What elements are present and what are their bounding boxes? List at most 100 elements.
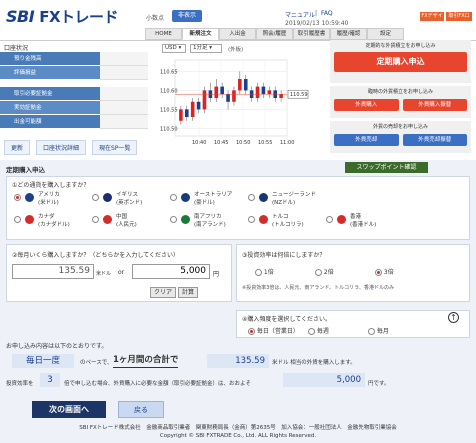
candle-body (238, 79, 242, 91)
currency-radio[interactable] (92, 194, 99, 201)
swap-point-button[interactable]: スワップポイント確認 (345, 162, 428, 173)
usd-amount-input[interactable]: 135.59 (12, 264, 94, 279)
q1-label: ①どの通貨を購入しますか？ (12, 182, 90, 189)
candle-body (196, 101, 201, 110)
usd-unit: 米ドル (96, 271, 112, 277)
account-detail-button[interactable]: 口座状況詳細 (36, 140, 87, 155)
calc-button[interactable]: 計算 (178, 287, 198, 298)
frequency-label: 毎月 (376, 328, 389, 335)
candle-body (279, 94, 283, 98)
or-label: or (118, 269, 125, 276)
sp-list-button[interactable]: 現在SP一覧 (92, 140, 138, 155)
currency-radio[interactable] (248, 216, 255, 223)
back-button[interactable]: 戻る (118, 401, 164, 418)
chart-mode-label: (外板) (228, 47, 244, 53)
manual-link[interactable]: マニュアル (285, 10, 315, 19)
currency-sub: (カナダドル) (38, 222, 70, 228)
candle-body (267, 90, 272, 95)
currency-option[interactable]: 香港 (香港ドル) (326, 214, 400, 232)
sidebar-row-deposit: 預り金残高 (0, 52, 148, 66)
tab-settings[interactable]: 設定 (367, 28, 404, 40)
candle-body (202, 90, 207, 110)
currency-name: 南アフリカ (194, 214, 222, 220)
jpy-unit: 円 (213, 271, 220, 278)
refresh-button[interactable]: 更新 (4, 140, 31, 155)
faq-link[interactable]: FAQ (321, 10, 333, 17)
separator: | (315, 10, 318, 17)
period-display: 1ヶ月間の合計で (113, 354, 179, 368)
tab-statement[interactable]: 取引履歴書 (293, 28, 330, 40)
tab-new-order[interactable]: 新規注文 (182, 28, 219, 40)
currency-sub: (南アランド) (194, 222, 226, 228)
fx-sell-button[interactable]: 外貨売却 (334, 134, 399, 146)
currency-option[interactable]: 南アフリカ (南アランド) (170, 214, 244, 232)
decimal-toggle-button[interactable]: 非表示 (172, 10, 202, 22)
frequency-radio[interactable] (368, 328, 375, 335)
tab-inquiry[interactable]: 照会/履歴 (256, 28, 293, 40)
currency-option[interactable]: カナダ (カナダドル) (14, 214, 88, 232)
tab-home[interactable]: HOME (145, 28, 182, 40)
fxdesign-button[interactable]: FXデザイン (420, 12, 444, 28)
currency-name: オーストラリア (194, 192, 233, 198)
account-status-panel: 口座状況 預り金残高 評価損益 取引必要証拠金 実効証拠金 出金可能額 (0, 40, 148, 129)
candle-body (179, 109, 183, 121)
currency-radio[interactable] (248, 194, 255, 201)
leverage-note: ※投資効率3倍は、人民元、南アランド、トルコリラ、香港ドルのみ (242, 285, 394, 291)
currency-radio[interactable] (326, 216, 333, 223)
regular-purchase-button[interactable]: 定期購入申込 (334, 52, 467, 72)
currency-option[interactable]: アメリカ (米ドル) (14, 192, 88, 210)
currency-sub: (人民元) (116, 222, 137, 228)
scroll-top-icon[interactable]: ↑ (448, 312, 459, 323)
currency-radio[interactable] (170, 194, 177, 201)
fx-sell-transfer-button[interactable]: 外貨売却振替 (402, 134, 467, 146)
leverage-option[interactable]: 2倍 (315, 267, 334, 276)
currency-radio[interactable] (14, 194, 21, 201)
frequency-radio[interactable] (308, 328, 315, 335)
spot-caption: 臨時の外貨積立をお申し込み (367, 89, 433, 95)
pair-select[interactable]: USD ▾ (162, 44, 186, 53)
currency-name: トルコ (272, 214, 289, 220)
next-button[interactable]: 次の画面へ (32, 401, 106, 418)
currency-sub: (香港ドル) (350, 222, 377, 228)
leverage-label: 3倍 (383, 269, 394, 276)
efficiency-text: 倍で申し込む場合、外貨購入に必要な金額（取引必要証拠金）は、おおよそ (64, 381, 252, 387)
frequency-option[interactable]: 毎月 (368, 326, 389, 335)
currency-sub: (NZドル) (272, 200, 296, 206)
frequency-radio[interactable] (248, 328, 255, 335)
currency-radio[interactable] (92, 216, 99, 223)
jpy-amount-input[interactable]: 5,000 (132, 264, 210, 279)
leverage-radio[interactable] (255, 269, 262, 276)
order-actions-panel: 定期的な外貨積立をお申し込み 定期購入申込 臨時の外貨積立をお申し込み 外貨購入… (330, 40, 471, 156)
currency-radio[interactable] (14, 216, 21, 223)
required-unit: 円です。 (368, 381, 390, 387)
regular-caption: 定期的な外貨積立をお申し込み (365, 43, 436, 49)
frequency-option[interactable]: 毎日（営業日） (248, 326, 299, 335)
x-tick-label: 10:50 (236, 140, 250, 146)
leverage-radio[interactable] (375, 269, 382, 276)
currency-option[interactable]: オーストラリア (豪ドル) (170, 192, 244, 210)
candle-body (214, 86, 219, 98)
tab-history[interactable]: 履歴/確認 (330, 28, 367, 40)
clear-button[interactable]: クリア (150, 287, 176, 298)
y-tick-label: 110.50 (160, 126, 178, 132)
fx-buy-button[interactable]: 外貨購入 (334, 99, 399, 111)
sidebar-row-pl: 評価損益 (0, 66, 148, 80)
currency-option[interactable]: イギリス (英ポンド) (92, 192, 166, 210)
leverage-option[interactable]: 3倍 (375, 267, 394, 276)
leverage-radio[interactable] (315, 269, 322, 276)
currency-option[interactable]: 中国 (人民元) (92, 214, 166, 232)
currency-option[interactable]: トルコ (トルコリラ) (248, 214, 322, 232)
leverage-option[interactable]: 1倍 (255, 267, 274, 276)
tab-deposit[interactable]: 入出金 (219, 28, 256, 40)
frequency-option[interactable]: 毎週 (308, 326, 329, 335)
currency-option[interactable]: ニュージーランド (NZドル) (248, 192, 322, 210)
summary-text-1: のペースで、 (80, 360, 113, 366)
decimal-label: 小数点 (146, 15, 165, 22)
q4-label: ④購入頻度を選択してください。 (242, 316, 332, 323)
fx-buy-transfer-button[interactable]: 外貨購入振替 (402, 99, 467, 111)
logout-button[interactable]: 取引FXログアウト (446, 12, 472, 28)
interval-select[interactable]: 1分足 ▾ (190, 44, 222, 53)
y-tick-label: 110.60 (160, 88, 178, 94)
main-tabs: HOME 新規注文 入出金 照会/履歴 取引履歴書 履歴/確認 設定 (145, 28, 404, 40)
currency-radio[interactable] (170, 216, 177, 223)
